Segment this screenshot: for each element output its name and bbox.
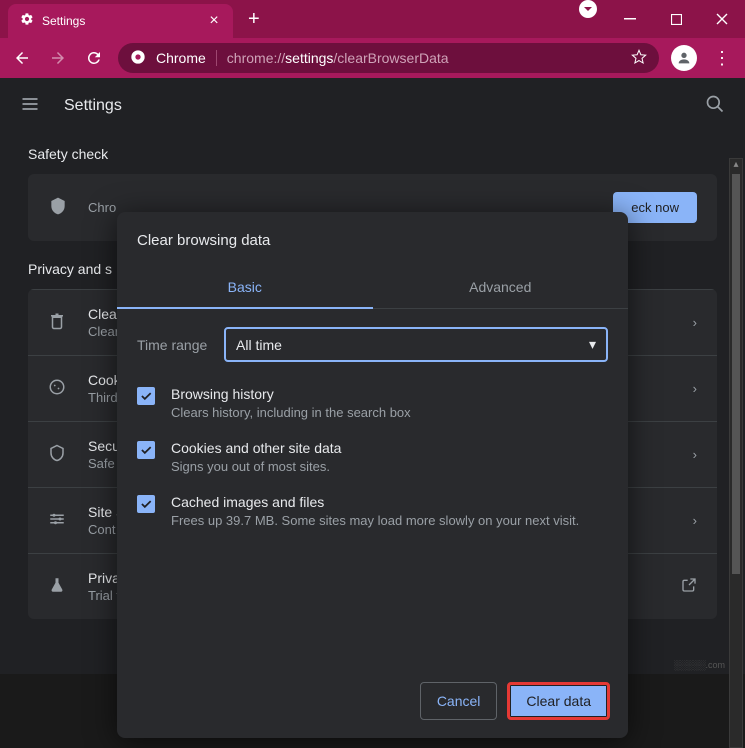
tab-basic[interactable]: Basic	[117, 267, 373, 309]
option-cookies: Cookies and other site dataSigns you out…	[117, 430, 628, 484]
chrome-label: Chrome	[156, 50, 217, 66]
bookmark-icon[interactable]	[631, 49, 647, 68]
url-text: chrome://settings/clearBrowserData	[227, 50, 449, 66]
watermark: ░░░░░.com	[674, 660, 725, 670]
checkbox-cookies[interactable]	[137, 441, 155, 459]
gear-icon	[20, 12, 34, 31]
cookie-icon	[48, 378, 68, 399]
trash-icon	[48, 312, 68, 333]
settings-page: Settings Safety check Chro eck now Priva…	[0, 78, 745, 674]
reload-button[interactable]	[82, 46, 106, 70]
close-tab-icon[interactable]: ×	[205, 12, 223, 30]
external-icon	[681, 577, 697, 596]
tab-advanced[interactable]: Advanced	[373, 267, 629, 308]
option-cache: Cached images and filesFrees up 39.7 MB.…	[117, 484, 628, 538]
close-window-button[interactable]	[699, 0, 745, 38]
window-titlebar: Settings × +	[0, 0, 745, 38]
url-box[interactable]: Chrome chrome://settings/clearBrowserDat…	[118, 43, 659, 73]
shield-icon	[48, 444, 68, 465]
chevron-right-icon: ›	[693, 315, 697, 330]
dialog-title: Clear browsing data	[117, 232, 628, 249]
clear-data-button[interactable]: Clear data	[507, 682, 610, 720]
checkbox-cache[interactable]	[137, 495, 155, 513]
address-bar: Chrome chrome://settings/clearBrowserDat…	[0, 38, 745, 78]
checkbox-browsing-history[interactable]	[137, 387, 155, 405]
time-range-label: Time range	[137, 337, 212, 353]
menu-button[interactable]: ⋮	[709, 48, 735, 69]
flask-icon	[48, 576, 68, 597]
search-icon[interactable]	[705, 94, 725, 119]
scroll-up-icon[interactable]: ▴	[730, 159, 742, 170]
chevron-down-icon: ▾	[589, 336, 596, 353]
scrollbar[interactable]: ▴	[729, 158, 743, 748]
page-title: Settings	[64, 97, 122, 115]
cancel-button[interactable]: Cancel	[420, 682, 498, 720]
safety-text: Chro	[88, 200, 116, 215]
back-button[interactable]	[10, 46, 34, 70]
chevron-right-icon: ›	[693, 447, 697, 462]
new-tab-button[interactable]: +	[248, 8, 260, 31]
profile-button[interactable]	[671, 45, 697, 71]
downloads-icon[interactable]	[579, 0, 597, 18]
minimize-button[interactable]	[607, 0, 653, 38]
tune-icon	[48, 510, 68, 531]
time-range-select[interactable]: All time ▾	[224, 327, 608, 362]
forward-button[interactable]	[46, 46, 70, 70]
hamburger-icon[interactable]	[20, 94, 40, 119]
scroll-thumb[interactable]	[732, 174, 740, 574]
browser-tab[interactable]: Settings ×	[8, 4, 233, 38]
chrome-logo-icon	[130, 49, 146, 68]
clear-browsing-data-dialog: Clear browsing data Basic Advanced Time …	[117, 212, 628, 738]
chevron-right-icon: ›	[693, 381, 697, 396]
chevron-right-icon: ›	[693, 513, 697, 528]
option-browsing-history: Browsing historyClears history, includin…	[117, 376, 628, 430]
safety-heading: Safety check	[28, 146, 717, 162]
tab-title: Settings	[42, 14, 197, 28]
shield-icon	[48, 196, 68, 219]
maximize-button[interactable]	[653, 0, 699, 38]
